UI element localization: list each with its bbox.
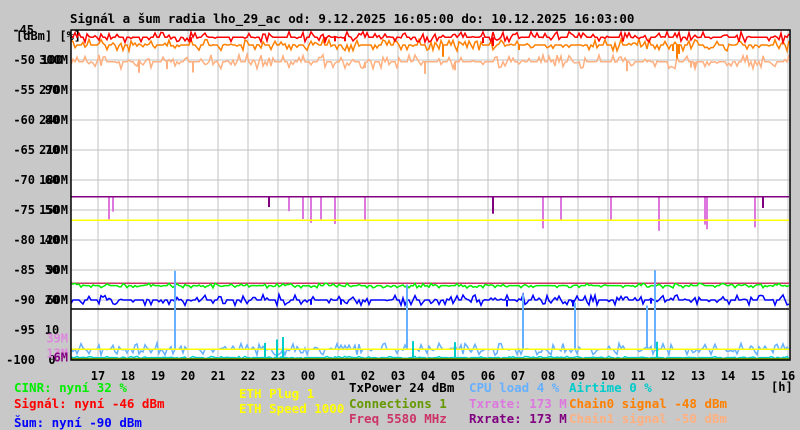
y-tick-rate: 150M <box>39 203 68 217</box>
y-tick-dbm: -80 <box>13 233 35 247</box>
y-tick-rate: 6M <box>54 351 68 365</box>
x-tick-label: 19 <box>151 369 165 383</box>
x-tick-label: 22 <box>241 369 255 383</box>
y-tick-dbm: -55 <box>13 83 35 97</box>
legend-noise: Šum: nyní -90 dBm <box>14 415 142 430</box>
x-tick-label: 20 <box>181 369 195 383</box>
y-tick-dbm: -70 <box>13 173 35 187</box>
legend-cinr: CINR: nyní 32 % <box>14 380 127 395</box>
y-tick-dbm: -75 <box>13 203 35 217</box>
y-tick-rate: 240M <box>39 113 68 127</box>
y-tick-dbm: -65 <box>13 143 35 157</box>
y-tick-rate: 39M <box>46 331 68 345</box>
y-tick-rate: 180M <box>39 173 68 187</box>
y-tick-rate: 210M <box>39 143 68 157</box>
y-tick-rate: 300M <box>39 53 68 67</box>
y-tick-dbm: -90 <box>13 293 35 307</box>
legend-signal: Signál: nyní -46 dBm <box>14 396 165 411</box>
legend-txpower: TxPower 24 dBm <box>349 380 455 395</box>
y-tick-dbm: -85 <box>13 263 35 277</box>
y-tick-dbm: -50 <box>13 53 35 67</box>
x-tick-label: 00 <box>301 369 315 383</box>
y-tick-rate: 90M <box>46 263 68 277</box>
legend-connections: Connections 1 <box>349 396 447 411</box>
x-tick-label: 12 <box>661 369 675 383</box>
y-tick-dbm: -100 <box>6 353 35 367</box>
y-tick-dbm: -60 <box>13 113 35 127</box>
legend-eth-speed: ETH Speed 1000 <box>239 401 345 416</box>
x-tick-label: 23 <box>271 369 285 383</box>
x-tick-label: 15 <box>751 369 765 383</box>
plot-area <box>71 30 790 360</box>
x-tick-label: 14 <box>721 369 735 383</box>
x-tick-label: 21 <box>211 369 225 383</box>
y-tick-rate: 270M <box>39 83 68 97</box>
legend-airtime: Airtime 0 % <box>569 380 652 395</box>
legend-txrate: Txrate: 173 M <box>469 396 567 411</box>
x-tick-label: 13 <box>691 369 705 383</box>
legend-rxrate: Rxrate: 173 M <box>469 411 567 426</box>
x-tick-label: 01 <box>331 369 345 383</box>
legend-eth-plug: ETH Plug 1 <box>239 386 315 401</box>
y-tick-rate: 120M <box>39 233 68 247</box>
legend-freq: Freq 5580 MHz <box>349 411 447 426</box>
legend-chain1: Chain1 signal -50 dBm <box>569 411 728 426</box>
x-axis-label: [h] <box>771 380 793 394</box>
y-tick-rate: 60M <box>46 293 68 307</box>
signal-noise-chart: -45-50 100300M-55 90270M-60 80240M-65 70210M… <box>6 23 795 394</box>
y-tick-dbm: -95 <box>13 323 35 337</box>
legend-cpu-load: CPU load 4 % <box>469 380 560 395</box>
legend-chain0: Chain0 signal -48 dBm <box>569 396 728 411</box>
